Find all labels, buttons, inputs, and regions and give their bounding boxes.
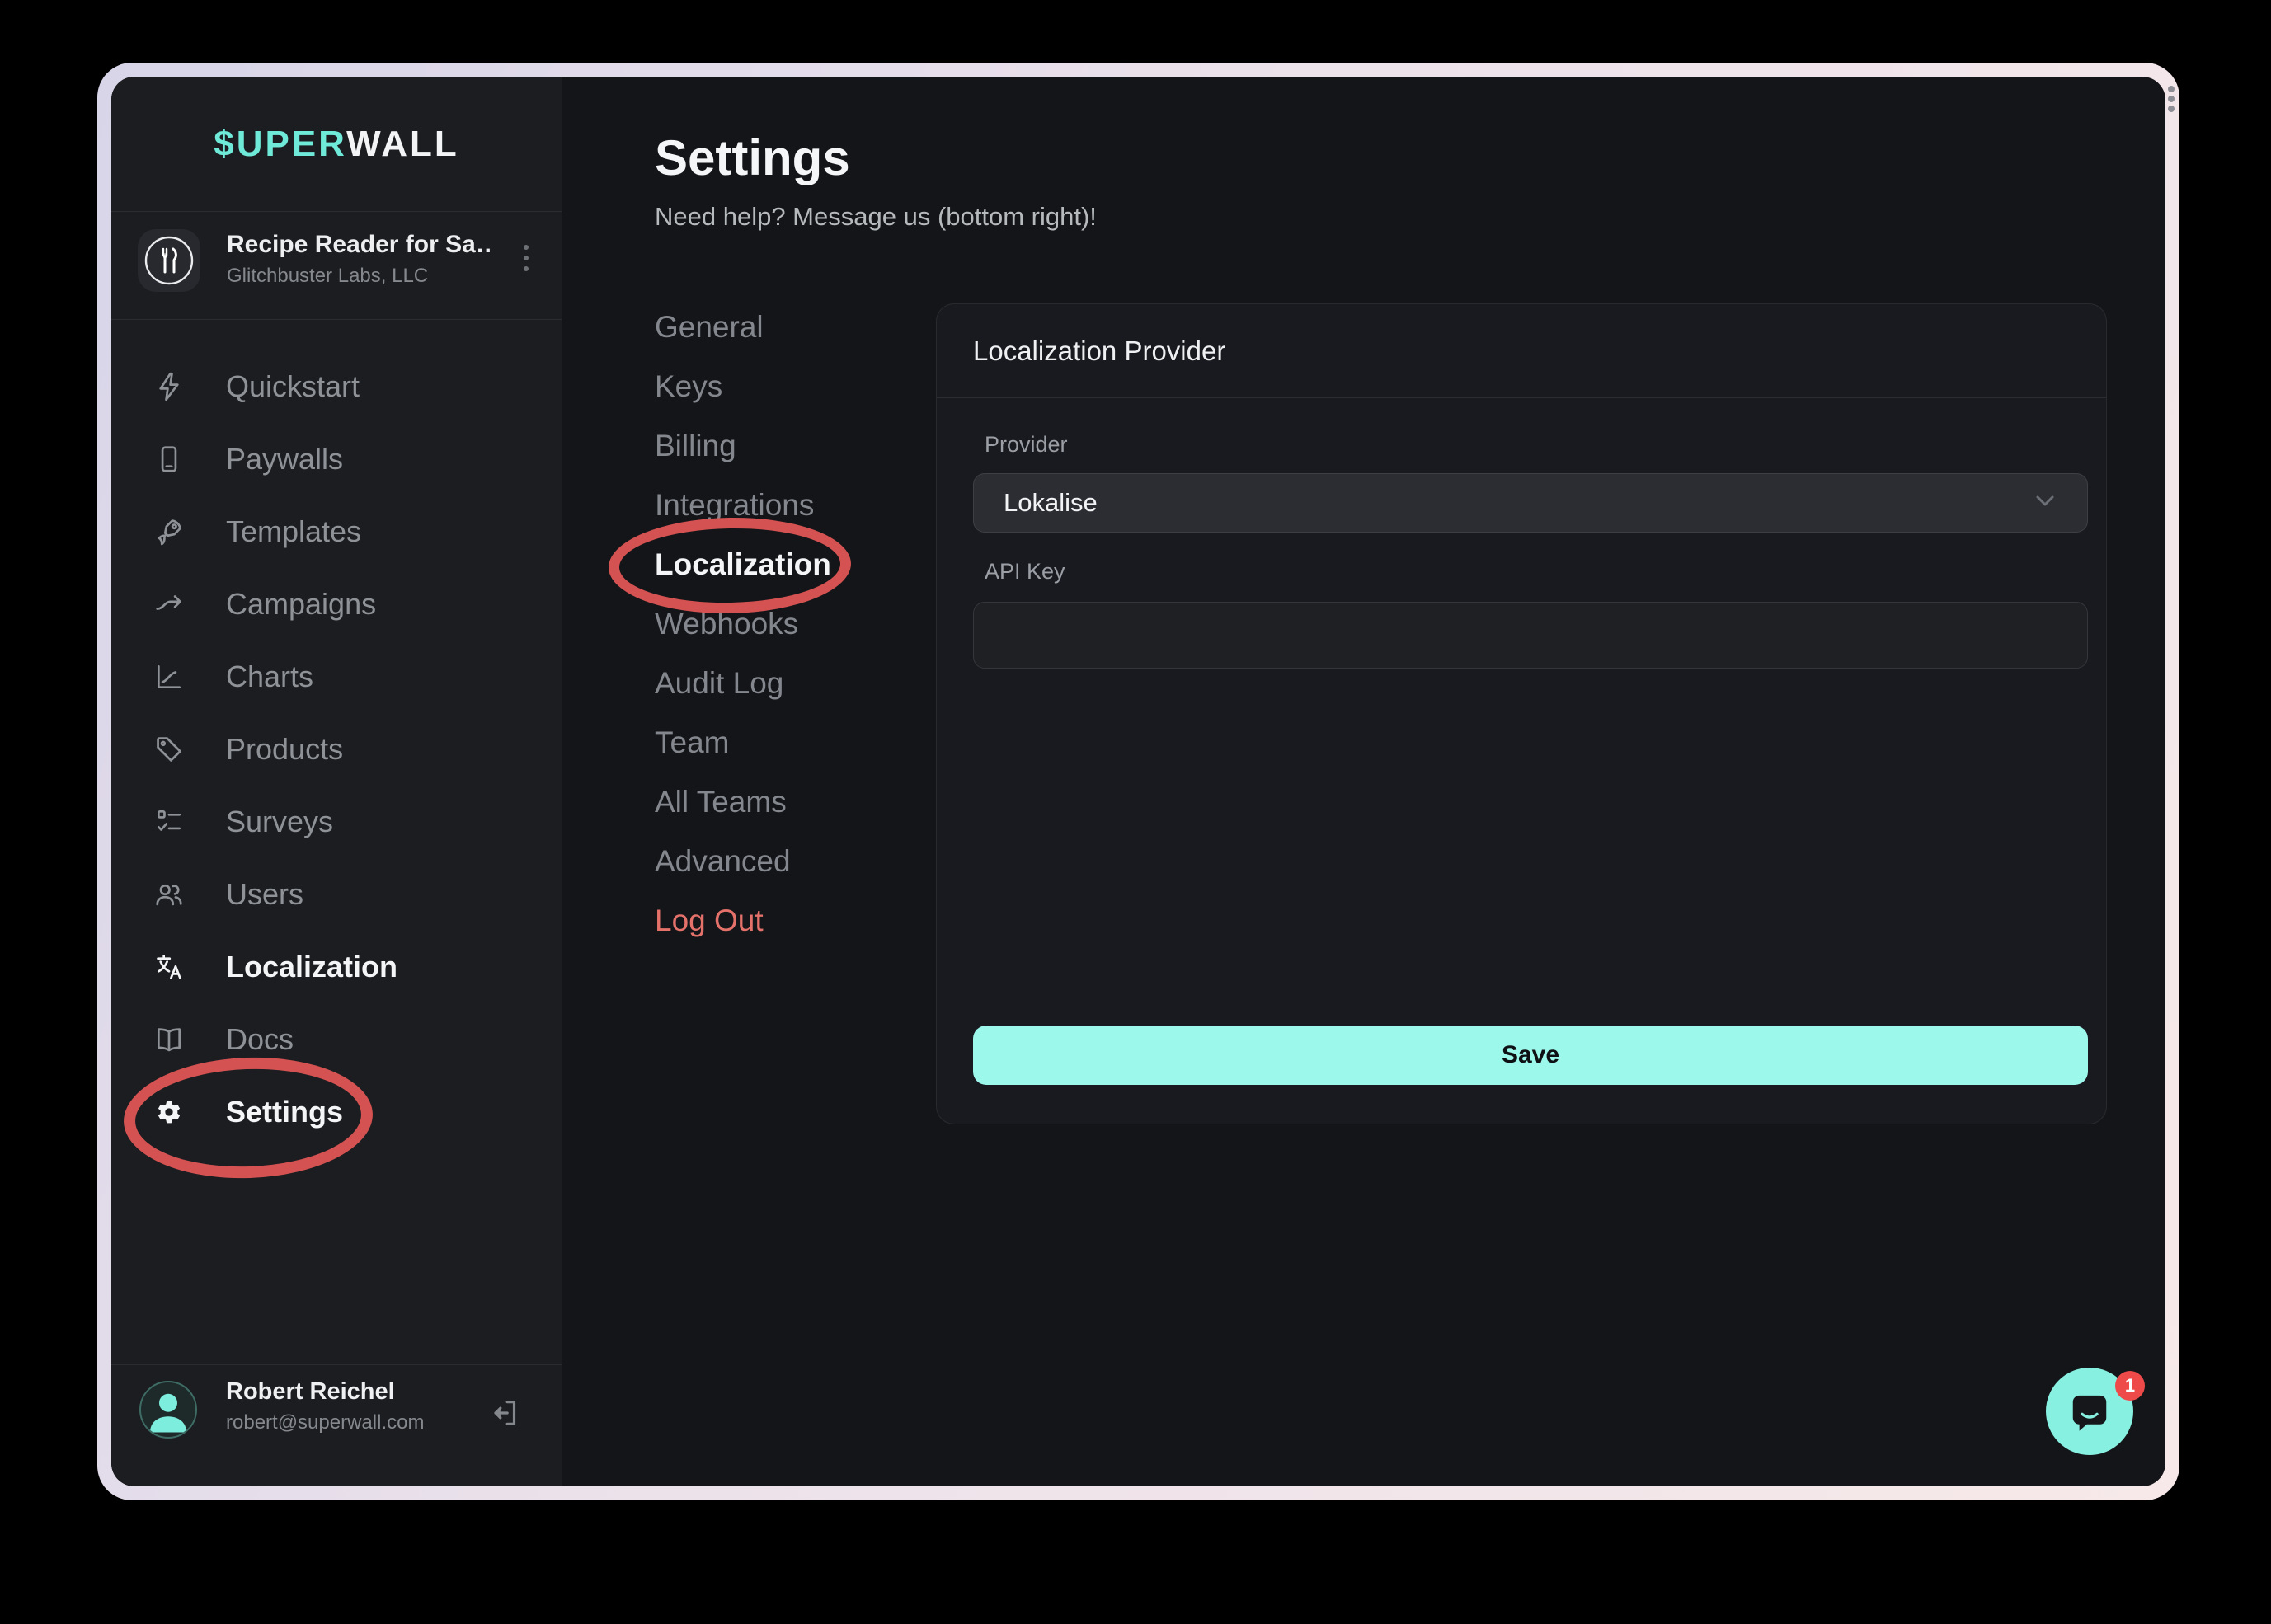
sidebar-item-label: Users <box>226 877 303 912</box>
sidebar-item-products[interactable]: Products <box>111 713 562 786</box>
chart-line-icon <box>151 659 187 695</box>
user-email: robert@superwall.com <box>226 1411 424 1434</box>
chat-bubble-icon <box>2067 1389 2112 1434</box>
chevron-down-icon <box>2033 494 2057 513</box>
avatar[interactable] <box>139 1381 197 1439</box>
tab-advanced[interactable]: Advanced <box>655 832 902 891</box>
fork-knife-icon <box>138 229 200 292</box>
tag-icon <box>151 731 187 767</box>
chat-unread-badge: 1 <box>2115 1371 2145 1401</box>
sidebar-item-label: Settings <box>226 1095 343 1129</box>
page-subtitle: Need help? Message us (bottom right)! <box>655 202 1097 232</box>
sidebar-item-paywalls[interactable]: Paywalls <box>111 423 562 495</box>
localization-provider-card: Localization Provider Provider Lokalise … <box>936 303 2107 1124</box>
api-key-input[interactable] <box>973 602 2088 669</box>
tab-webhooks[interactable]: Webhooks <box>655 594 902 654</box>
logo-prefix: $UPER <box>214 124 346 164</box>
sidebar: $UPERWALL Recipe Reader for Sa… Glitchbu… <box>111 77 562 1486</box>
main-area: Settings Need help? Message us (bottom r… <box>562 77 2165 1486</box>
sidebar-item-label: Paywalls <box>226 442 343 476</box>
provider-label: Provider <box>985 432 1068 458</box>
rocket-icon <box>151 514 187 550</box>
sidebar-item-charts[interactable]: Charts <box>111 641 562 713</box>
tab-billing[interactable]: Billing <box>655 416 902 476</box>
window-handle-dots[interactable] <box>2167 86 2175 112</box>
sidebar-item-label: Localization <box>226 950 397 984</box>
chat-launcher[interactable]: 1 <box>2046 1368 2133 1455</box>
sidebar-item-surveys[interactable]: Surveys <box>111 786 562 858</box>
provider-select-value: Lokalise <box>1004 488 2033 518</box>
provider-select[interactable]: Lokalise <box>973 473 2088 533</box>
logout-icon[interactable] <box>487 1396 520 1429</box>
sidebar-item-campaigns[interactable]: Campaigns <box>111 568 562 641</box>
sidebar-item-label: Surveys <box>226 805 333 839</box>
settings-nav: General Keys Billing Integrations Locali… <box>655 298 902 950</box>
sidebar-item-docs[interactable]: Docs <box>111 1003 562 1076</box>
sidebar-item-users[interactable]: Users <box>111 858 562 931</box>
tab-integrations[interactable]: Integrations <box>655 476 902 535</box>
sidebar-item-localization[interactable]: Localization <box>111 931 562 1003</box>
sidebar-item-label: Docs <box>226 1022 294 1057</box>
gear-icon <box>151 1094 187 1130</box>
project-menu-kebab-icon[interactable] <box>524 245 530 271</box>
tab-general[interactable]: General <box>655 298 902 357</box>
users-icon <box>151 876 187 913</box>
project-selector[interactable]: Recipe Reader for Sa… Glitchbuster Labs,… <box>111 212 562 320</box>
lightning-icon <box>151 368 187 405</box>
user-name: Robert Reichel <box>226 1378 395 1406</box>
logo-suffix: WALL <box>346 124 459 164</box>
save-button[interactable]: Save <box>973 1026 2088 1085</box>
api-key-label: API Key <box>985 559 1065 584</box>
user-row: Robert Reichel robert@superwall.com <box>111 1364 562 1486</box>
page-title: Settings <box>655 129 850 186</box>
logo-row: $UPERWALL <box>111 77 562 212</box>
sidebar-item-settings[interactable]: Settings <box>111 1076 562 1148</box>
sidebar-item-label: Quickstart <box>226 369 360 404</box>
sidebar-item-label: Charts <box>226 659 313 694</box>
tab-audit-log[interactable]: Audit Log <box>655 654 902 713</box>
project-org: Glitchbuster Labs, LLC <box>227 265 428 288</box>
book-icon <box>151 1021 187 1058</box>
tab-log-out[interactable]: Log Out <box>655 891 902 950</box>
translate-icon <box>151 949 187 985</box>
arrow-route-icon <box>151 586 187 622</box>
tab-localization[interactable]: Localization <box>655 535 902 594</box>
sidebar-item-label: Products <box>226 732 343 767</box>
project-avatar <box>138 229 200 292</box>
tab-team[interactable]: Team <box>655 713 902 772</box>
sidebar-item-label: Templates <box>226 514 361 549</box>
sidebar-nav: Quickstart Paywalls Templates <box>111 350 562 1148</box>
project-name: Recipe Reader for Sa… <box>227 231 491 259</box>
superwall-logo: $UPERWALL <box>214 124 459 165</box>
checklist-icon <box>151 804 187 840</box>
card-title: Localization Provider <box>937 304 2106 398</box>
sidebar-item-label: Campaigns <box>226 587 376 622</box>
app-window: $UPERWALL Recipe Reader for Sa… Glitchbu… <box>97 63 2179 1500</box>
app-content: $UPERWALL Recipe Reader for Sa… Glitchbu… <box>111 77 2165 1486</box>
tab-keys[interactable]: Keys <box>655 357 902 416</box>
tab-all-teams[interactable]: All Teams <box>655 772 902 832</box>
sidebar-item-quickstart[interactable]: Quickstart <box>111 350 562 423</box>
smartphone-icon <box>151 441 187 477</box>
sidebar-item-templates[interactable]: Templates <box>111 495 562 568</box>
